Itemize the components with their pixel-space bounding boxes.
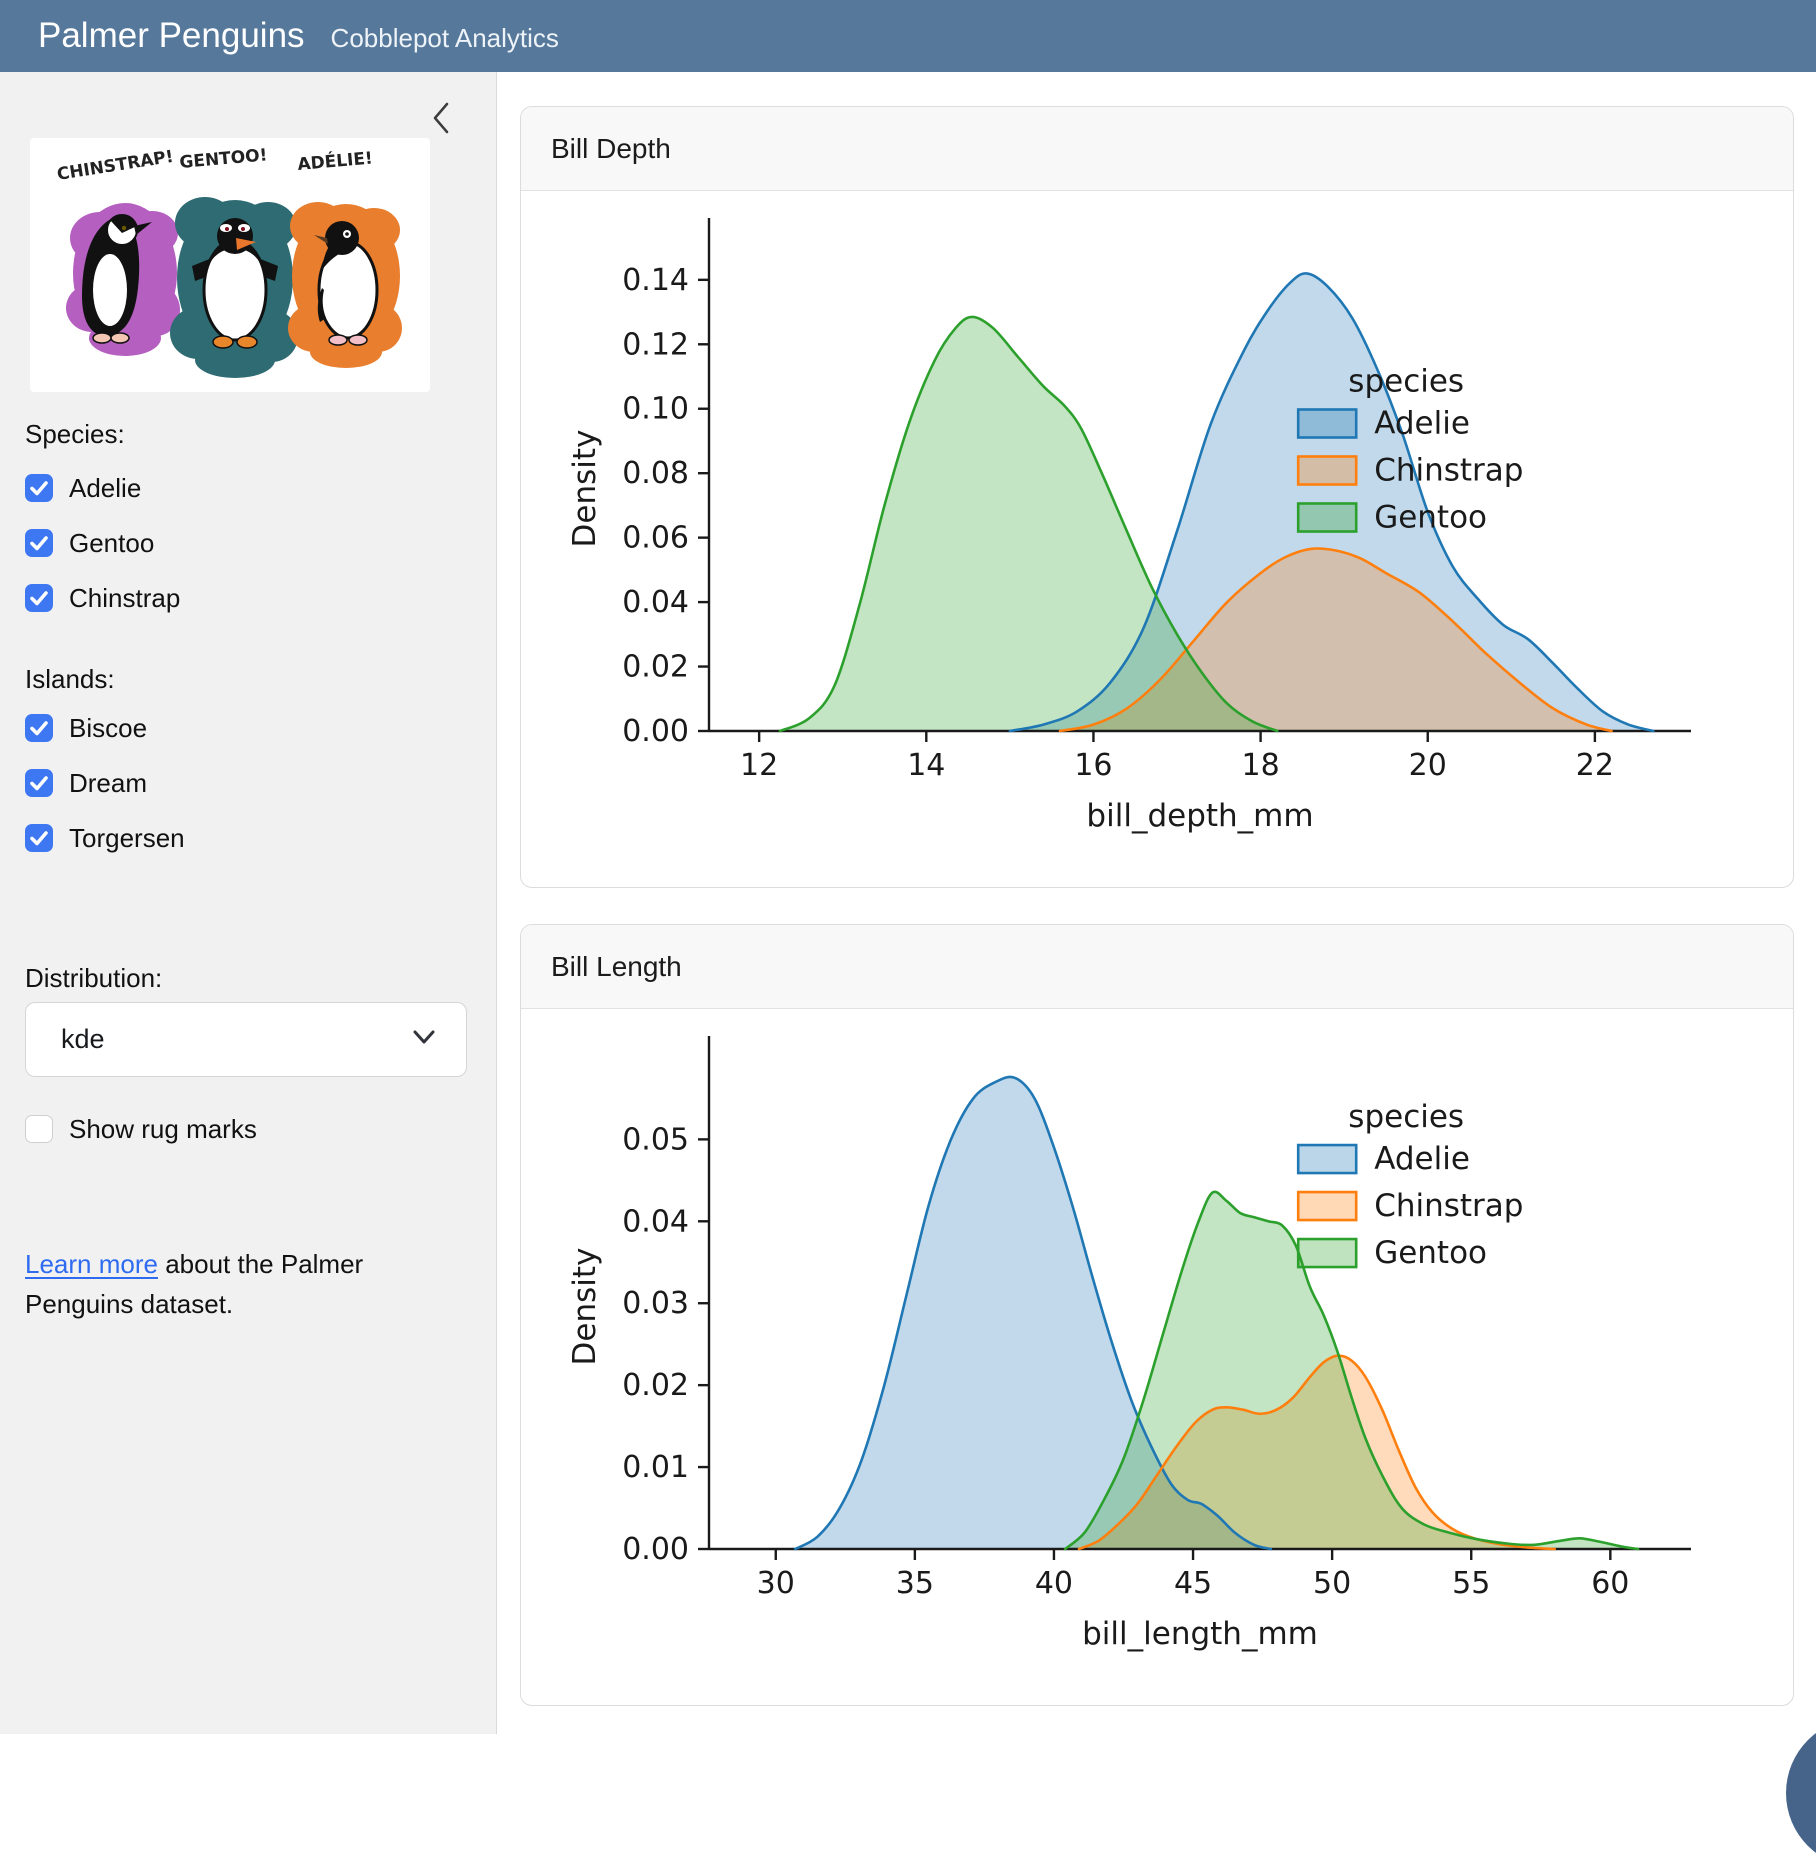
svg-text:0.05: 0.05 [622,1122,689,1157]
svg-text:14: 14 [907,748,945,783]
svg-text:0.03: 0.03 [622,1286,689,1321]
chinstrap-checkbox-label: Chinstrap [69,583,180,614]
penguin-artwork-image: CHINSTRAP! GENTOO! ADÉLIE! [30,138,430,392]
svg-text:species: species [1348,1099,1464,1135]
adelie-label: ADÉLIE! [297,146,374,174]
svg-text:0.06: 0.06 [622,521,689,556]
svg-text:0.04: 0.04 [622,585,689,620]
svg-text:Gentoo: Gentoo [1374,1235,1487,1271]
islands-section-label: Islands: [25,664,115,695]
dream-checkbox-label: Dream [69,768,147,799]
svg-text:30: 30 [757,1566,795,1601]
svg-text:Chinstrap: Chinstrap [1374,453,1523,489]
app-header: Palmer Penguins Cobblepot Analytics [0,0,1816,72]
torgersen-checkbox-label: Torgersen [69,823,185,854]
bill-length-card: Bill Length 30 35 40 45 50 55 60 0.00 0.01 0.02 0.… [520,924,1794,1706]
gentoo-checkbox-label: Gentoo [69,528,154,559]
adelie-checkbox-label: Adelie [69,473,141,504]
penguin-artwork: CHINSTRAP! GENTOO! ADÉLIE! [30,138,430,392]
checkbox-row-rug-marks[interactable]: Show rug marks [25,1115,257,1143]
svg-text:16: 16 [1074,748,1112,783]
adelie-checkbox[interactable] [25,474,53,502]
svg-text:bill_depth_mm: bill_depth_mm [1086,798,1313,834]
learn-more-link[interactable]: Learn more [25,1249,158,1279]
sidebar-collapse-button[interactable] [430,100,456,136]
svg-text:0.00: 0.00 [622,1532,689,1567]
svg-text:18: 18 [1241,748,1279,783]
svg-text:55: 55 [1452,1566,1490,1601]
app-subtitle: Cobblepot Analytics [331,23,559,54]
svg-text:35: 35 [896,1566,934,1601]
checkbox-row-dream[interactable]: Dream [25,769,147,797]
app-title: Palmer Penguins [38,0,305,72]
svg-text:Adelie: Adelie [1374,406,1470,442]
svg-text:50: 50 [1313,1566,1351,1601]
chevron-left-icon [430,100,456,136]
gentoo-checkbox[interactable] [25,529,53,557]
check-icon [25,824,53,852]
species-section-label: Species: [25,419,125,450]
dream-checkbox[interactable] [25,769,53,797]
svg-text:0.02: 0.02 [622,1368,689,1403]
distribution-select[interactable]: kde [25,1002,467,1077]
biscoe-checkbox-label: Biscoe [69,713,147,744]
svg-text:60: 60 [1591,1566,1629,1601]
distribution-label: Distribution: [25,963,162,994]
svg-text:40: 40 [1035,1566,1073,1601]
svg-text:Density: Density [567,430,603,548]
checkbox-row-adelie[interactable]: Adelie [25,474,141,502]
biscoe-checkbox[interactable] [25,714,53,742]
bill-length-plot: 30 35 40 45 50 55 60 0.00 0.01 0.02 0.03 0.04 0.05 bi… [521,1014,1793,1706]
bill-length-card-header: Bill Length [521,925,1793,1009]
checkbox-row-torgersen[interactable]: Torgersen [25,824,185,852]
checkbox-row-gentoo[interactable]: Gentoo [25,529,154,557]
check-icon [25,474,53,502]
svg-text:0.12: 0.12 [622,327,689,362]
bill-depth-plot: 12 14 16 18 20 22 0.00 0.02 0.04 0.06 0.08 0.10 0.12… [521,196,1793,888]
svg-text:0.14: 0.14 [622,263,689,298]
gentoo-label: GENTOO! [179,145,268,173]
svg-text:Gentoo: Gentoo [1374,500,1487,536]
svg-text:0.04: 0.04 [622,1204,689,1239]
svg-text:bill_length_mm: bill_length_mm [1082,1616,1318,1652]
svg-text:Density: Density [567,1248,603,1366]
bill-depth-card-title: Bill Depth [551,133,671,165]
sidebar: CHINSTRAP! GENTOO! ADÉLIE! Species: Adel… [0,72,497,1734]
checkbox-row-biscoe[interactable]: Biscoe [25,714,147,742]
check-icon [25,529,53,557]
svg-text:0.08: 0.08 [622,456,689,491]
svg-text:0.10: 0.10 [622,392,689,427]
check-icon [25,584,53,612]
bill-depth-card: Bill Depth 12 14 16 18 20 22 0.00 0.02 0.04 0.06 0… [520,106,1794,888]
svg-text:Chinstrap: Chinstrap [1374,1188,1523,1224]
bill-length-card-title: Bill Length [551,951,682,983]
svg-text:22: 22 [1576,748,1614,783]
bill-length-chart-svg: 30 35 40 45 50 55 60 0.00 0.01 0.02 0.03 0.04 0.05 bi… [529,1014,1779,1674]
bill-depth-card-header: Bill Depth [521,107,1793,191]
rug-marks-checkbox[interactable] [25,1115,53,1143]
chevron-down-icon [412,1030,436,1050]
check-icon [25,769,53,797]
svg-text:species: species [1348,364,1464,400]
check-icon [25,714,53,742]
svg-text:45: 45 [1174,1566,1212,1601]
distribution-select-value: kde [26,1024,412,1055]
bottom-right-circle[interactable] [1786,1718,1816,1868]
bill-depth-chart-svg: 12 14 16 18 20 22 0.00 0.02 0.04 0.06 0.08 0.10 0.12… [529,196,1779,856]
rug-marks-checkbox-label: Show rug marks [69,1114,257,1145]
svg-text:Adelie: Adelie [1374,1141,1470,1177]
chinstrap-label: CHINSTRAP! [56,147,175,185]
torgersen-checkbox[interactable] [25,824,53,852]
svg-text:0.00: 0.00 [622,714,689,749]
svg-text:12: 12 [740,748,778,783]
svg-text:0.01: 0.01 [622,1450,689,1485]
learn-more-paragraph: Learn more about the Palmer Penguins dat… [25,1244,455,1324]
svg-text:0.02: 0.02 [622,650,689,685]
chinstrap-checkbox[interactable] [25,584,53,612]
checkbox-row-chinstrap[interactable]: Chinstrap [25,584,180,612]
svg-text:20: 20 [1409,748,1447,783]
